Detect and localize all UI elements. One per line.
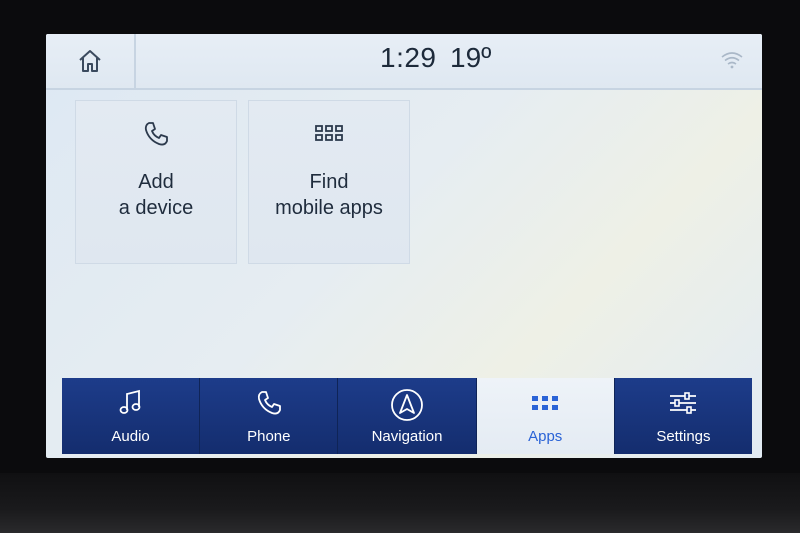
grid-icon <box>532 396 559 410</box>
status-bar: 1:29 19º <box>46 34 762 90</box>
tile-label-line2: mobile apps <box>275 197 383 219</box>
wifi-icon <box>720 50 744 75</box>
tile-label-line1: Add <box>138 171 174 193</box>
clock: 1:29 <box>380 42 437 73</box>
nav-apps[interactable]: Apps <box>476 378 615 454</box>
find-mobile-apps-tile[interactable]: Find mobile apps <box>248 100 410 264</box>
tile-label-line1: Find <box>309 171 349 193</box>
nav-settings[interactable]: Settings <box>614 378 753 454</box>
phone-icon <box>144 122 168 146</box>
infotainment-screen: 1:29 19º Add a device Find mobile apps A… <box>46 34 762 458</box>
home-button[interactable] <box>46 34 136 88</box>
nav-audio-label: Audio <box>111 428 150 445</box>
nav-phone-label: Phone <box>247 428 291 445</box>
outside-temperature: 19º <box>450 42 492 73</box>
grid-icon <box>315 125 343 141</box>
bottom-nav-bar: Audio Phone Navigation Apps Settings <box>62 378 753 454</box>
nav-settings-label: Settings <box>656 428 711 445</box>
nav-apps-label: Apps <box>528 428 563 445</box>
nav-navigation-label: Navigation <box>371 428 443 445</box>
home-icon <box>79 50 101 72</box>
sliders-icon <box>670 392 697 414</box>
nav-audio[interactable]: Audio <box>62 378 201 454</box>
bezel <box>0 473 800 533</box>
tile-label-line2: a device <box>118 197 194 219</box>
nav-navigation[interactable]: Navigation <box>338 378 477 454</box>
music-note-icon <box>119 389 140 414</box>
phone-icon <box>257 391 281 415</box>
nav-phone[interactable]: Phone <box>200 378 339 454</box>
navigation-icon <box>391 389 423 421</box>
add-device-tile[interactable]: Add a device <box>75 100 237 264</box>
